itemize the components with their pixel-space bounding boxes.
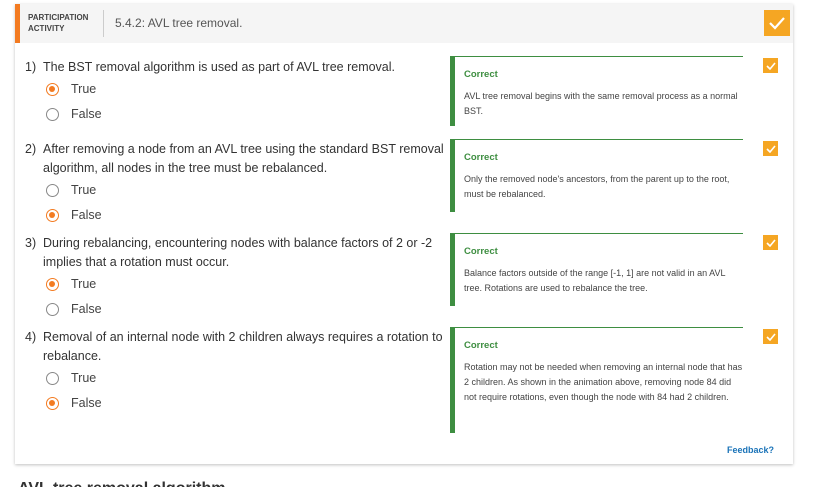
feedback-panel: Correct Rotation may not be needed when …	[450, 327, 743, 433]
choice-false[interactable]: False	[46, 107, 102, 121]
feedback-title: Correct	[464, 246, 498, 257]
feedback-title: Correct	[464, 69, 498, 80]
radio-button-selected[interactable]	[46, 82, 59, 96]
feedback-text: Balance factors outside of the range [-1…	[464, 268, 726, 293]
question-3: 3) During rebalancing, encountering node…	[25, 234, 445, 272]
radio-button[interactable]	[46, 107, 59, 121]
feedback-panel: Correct Only the removed node's ancestor…	[450, 139, 743, 212]
activity-title: 5.4.2: AVL tree removal.	[115, 16, 243, 30]
choice-label: False	[71, 302, 102, 316]
feedback-text: AVL tree removal begins with the same re…	[464, 91, 738, 116]
question-4: 4) Removal of an internal node with 2 ch…	[25, 328, 445, 366]
choice-false[interactable]: False	[46, 208, 102, 222]
choice-false[interactable]: False	[46, 396, 102, 410]
question-number: 1)	[25, 60, 37, 74]
choice-label: True	[71, 277, 97, 291]
feedback-link[interactable]: Feedback?	[727, 445, 774, 455]
question-checkmark-icon	[763, 58, 778, 73]
radio-button[interactable]	[46, 371, 59, 385]
feedback-text: Rotation may not be needed when removing…	[464, 362, 743, 402]
choice-true[interactable]: True	[46, 371, 96, 385]
question-checkmark-icon	[763, 235, 778, 250]
question-checkmark-icon	[763, 329, 778, 344]
choice-true[interactable]: True	[46, 82, 96, 96]
choice-false[interactable]: False	[46, 302, 102, 316]
radio-button[interactable]	[46, 183, 59, 197]
question-text: After removing a node from an AVL tree u…	[43, 142, 444, 175]
feedback-title: Correct	[464, 340, 498, 351]
radio-button-selected[interactable]	[46, 396, 59, 410]
activity-complete-checkmark-icon	[764, 10, 790, 36]
next-section-heading: AVL tree removal algorithm	[18, 478, 225, 487]
feedback-title: Correct	[464, 152, 498, 163]
feedback-text: Only the removed node's ancestors, from …	[464, 174, 730, 199]
question-text: The BST removal algorithm is used as par…	[43, 60, 396, 74]
participation-activity-card: PARTICIPATION ACTIVITY 5.4.2: AVL tree r…	[15, 4, 793, 464]
question-number: 4)	[25, 330, 37, 344]
choice-true[interactable]: True	[46, 277, 96, 291]
activity-header: PARTICIPATION ACTIVITY 5.4.2: AVL tree r…	[15, 4, 793, 43]
question-1: 1) The BST removal algorithm is used as …	[25, 58, 445, 77]
radio-button[interactable]	[46, 302, 59, 316]
activity-type-label: PARTICIPATION ACTIVITY	[28, 13, 89, 33]
choice-label: True	[71, 82, 97, 96]
radio-button-selected[interactable]	[46, 277, 59, 291]
choice-true[interactable]: True	[46, 183, 96, 197]
question-number: 2)	[25, 142, 37, 156]
feedback-panel: Correct Balance factors outside of the r…	[450, 233, 743, 306]
choice-label: False	[71, 208, 102, 222]
choice-label: False	[71, 396, 102, 410]
question-checkmark-icon	[763, 141, 778, 156]
choice-label: False	[71, 107, 102, 121]
question-number: 3)	[25, 236, 37, 250]
header-divider	[103, 10, 104, 37]
question-2: 2) After removing a node from an AVL tre…	[25, 140, 445, 178]
question-text: Removal of an internal node with 2 child…	[43, 330, 443, 363]
choice-label: True	[71, 371, 97, 385]
question-text: During rebalancing, encountering nodes w…	[43, 236, 433, 269]
radio-button-selected[interactable]	[46, 208, 59, 222]
choice-label: True	[71, 183, 97, 197]
feedback-panel: Correct AVL tree removal begins with the…	[450, 56, 743, 126]
